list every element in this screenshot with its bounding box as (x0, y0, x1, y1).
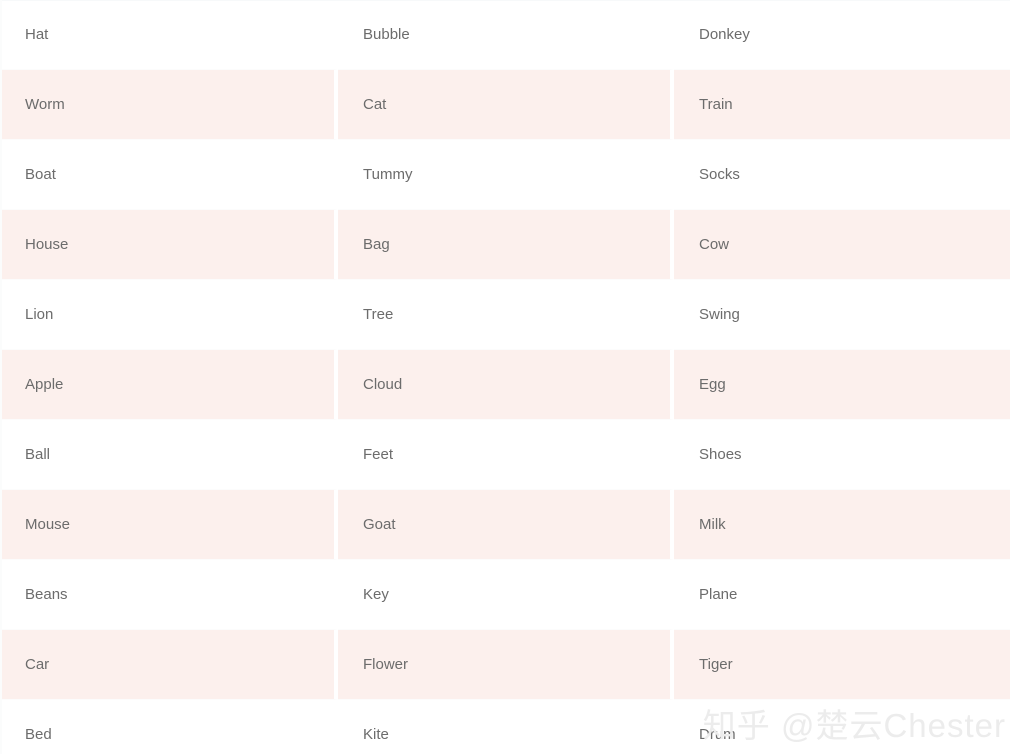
table-row: Worm Cat Train (0, 70, 1010, 140)
table-cell-word: Cat (338, 70, 674, 140)
table-cell-word: Donkey (674, 0, 1010, 70)
table-cell-word: Bed (0, 700, 338, 754)
table-cell-word: Apple (0, 350, 338, 420)
table-cell-word: Tree (338, 280, 674, 350)
table-cell-word: Train (674, 70, 1010, 140)
table-cell-word: Bag (338, 210, 674, 280)
table-row: House Bag Cow (0, 210, 1010, 280)
table-cell-word: Tummy (338, 140, 674, 210)
table-cell-word: Cloud (338, 350, 674, 420)
table-row: Hat Bubble Donkey (0, 0, 1010, 70)
table-top-edge (0, 0, 1010, 1)
table-cell-word: Worm (0, 70, 338, 140)
table-cell-word: Tiger (674, 630, 1010, 700)
table-cell-word: Drum (674, 700, 1010, 754)
table-cell-word: Cow (674, 210, 1010, 280)
table-cell-word: Beans (0, 560, 338, 630)
table-cell-word: Kite (338, 700, 674, 754)
table-cell-word: Shoes (674, 420, 1010, 490)
table-cell-word: Plane (674, 560, 1010, 630)
table-cell-word: Milk (674, 490, 1010, 560)
table-cell-word: Flower (338, 630, 674, 700)
table-cell-word: Mouse (0, 490, 338, 560)
table-cell-word: Bubble (338, 0, 674, 70)
table-left-edge (0, 0, 2, 754)
table-cell-word: Lion (0, 280, 338, 350)
table-row: Beans Key Plane (0, 560, 1010, 630)
word-list-table: Hat Bubble Donkey Worm Cat Train Boat Tu… (0, 0, 1010, 754)
table-cell-word: Egg (674, 350, 1010, 420)
table-cell-word: Key (338, 560, 674, 630)
table-cell-word: Feet (338, 420, 674, 490)
table-cell-word: Swing (674, 280, 1010, 350)
table-cell-word: Ball (0, 420, 338, 490)
table-cell-word: Socks (674, 140, 1010, 210)
table-row: Boat Tummy Socks (0, 140, 1010, 210)
word-table-container: Hat Bubble Donkey Worm Cat Train Boat Tu… (0, 0, 1022, 754)
table-cell-word: House (0, 210, 338, 280)
table-row: Bed Kite Drum (0, 700, 1010, 754)
table-cell-word: Car (0, 630, 338, 700)
table-row: Car Flower Tiger (0, 630, 1010, 700)
table-cell-word: Goat (338, 490, 674, 560)
table-cell-word: Hat (0, 0, 338, 70)
table-cell-word: Boat (0, 140, 338, 210)
table-row: Ball Feet Shoes (0, 420, 1010, 490)
table-row: Apple Cloud Egg (0, 350, 1010, 420)
table-row: Mouse Goat Milk (0, 490, 1010, 560)
table-row: Lion Tree Swing (0, 280, 1010, 350)
table-body: Hat Bubble Donkey Worm Cat Train Boat Tu… (0, 0, 1010, 754)
